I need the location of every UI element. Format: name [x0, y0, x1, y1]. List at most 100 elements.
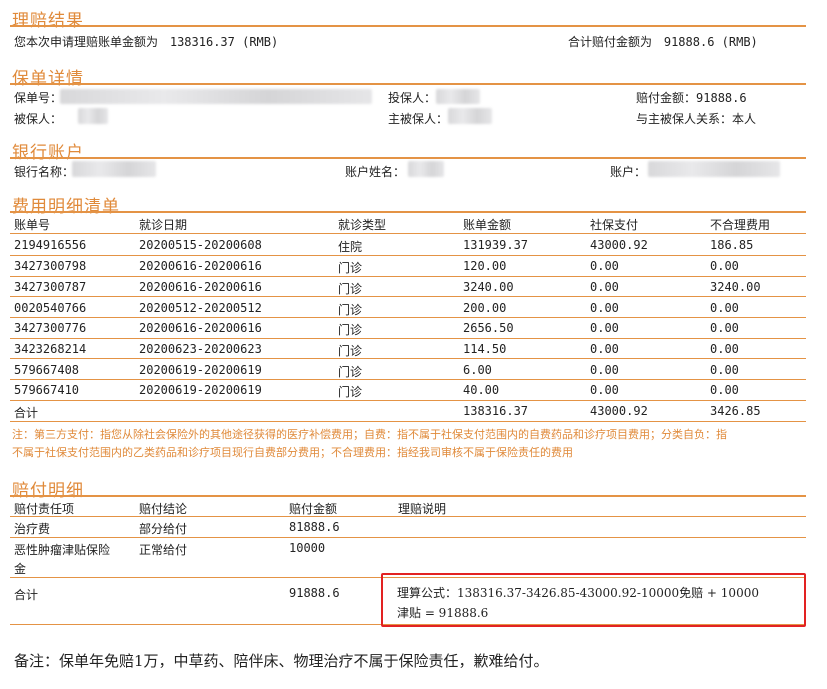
- row-divider: [10, 255, 806, 256]
- header-payout-item: 赔付责任项: [14, 502, 75, 516]
- social-insurance-cell: 0.00: [590, 280, 619, 294]
- row-divider: [10, 421, 806, 422]
- header-payout-conclusion: 赔付结论: [139, 502, 188, 516]
- header-claim-explanation: 理赔说明: [398, 502, 447, 516]
- payout-item-cell: 治疗费: [14, 522, 51, 536]
- section-divider: [10, 211, 806, 213]
- bill-amount-cell: 120.00: [463, 259, 507, 273]
- bill-amount-cell: 3240.00: [463, 280, 514, 294]
- visit-date-cell: 20200619-20200619: [139, 363, 262, 377]
- visit-type-cell: 门诊: [338, 385, 363, 399]
- header-unreasonable: 不合理费用: [710, 218, 771, 232]
- total-bill-amount: 138316.37: [463, 404, 529, 418]
- header-social-insurance: 社保支付: [590, 218, 639, 232]
- redacted-policyholder: [436, 89, 480, 104]
- visit-date-cell: 20200512-20200512: [139, 301, 262, 315]
- unreasonable-cell: 0.00: [710, 259, 739, 273]
- row-divider: [10, 338, 806, 339]
- row-divider: [10, 379, 806, 380]
- bill-no-cell: 3427300787: [14, 280, 87, 294]
- section-divider: [10, 25, 806, 27]
- relation-row: 与主被保人关系：本人: [636, 110, 756, 127]
- social-insurance-cell: 43000.92: [590, 238, 648, 252]
- total-paid-value: 91888.6 (RMB): [663, 35, 758, 49]
- bill-no-cell: 0020540766: [14, 301, 87, 315]
- visit-date-cell: 20200616-20200616: [139, 321, 262, 335]
- redacted-account: [648, 161, 780, 177]
- bill-amount-cell: 40.00: [463, 383, 500, 397]
- total-paid-row: 合计赔付金额为 91888.6 (RMB): [568, 33, 758, 50]
- relation-label: 与主被保人关系：: [636, 112, 733, 126]
- header-visit-date: 就诊日期: [139, 218, 188, 232]
- redacted-policy-no: [60, 89, 372, 104]
- bill-amount-value: 138316.37 (RMB): [169, 35, 279, 49]
- header-bill-amount: 账单金额: [463, 218, 512, 232]
- payout-value: 91888.6: [696, 91, 747, 105]
- payout-total-amount: 91888.6: [289, 586, 340, 600]
- section-divider: [10, 83, 806, 85]
- payout-label: 赔付金额：: [636, 91, 697, 105]
- total-paid-label: 合计赔付金额为: [568, 35, 653, 49]
- unreasonable-cell: 0.00: [710, 301, 739, 315]
- remark-text: 备注：保单年免赔1万，中草药、陪伴床、物理治疗不属于保险责任，歉难给付。: [14, 652, 549, 670]
- visit-date-cell: 20200515-20200608: [139, 238, 262, 252]
- bank-name-label: 银行名称：: [14, 165, 75, 179]
- payout-conclusion-cell: 正常给付: [139, 543, 188, 557]
- total-label: 合计: [14, 406, 39, 420]
- unreasonable-cell: 186.85: [710, 238, 754, 252]
- policy-no-label: 保单号：: [14, 91, 63, 105]
- relation-value: 本人: [732, 112, 757, 126]
- bill-no-cell: 2194916556: [14, 238, 87, 252]
- unreasonable-cell: 3240.00: [710, 280, 761, 294]
- payout-item-cell-cont: 金: [14, 562, 27, 576]
- payout-conclusion-cell: 部分给付: [139, 522, 188, 536]
- unreasonable-cell: 0.00: [710, 383, 739, 397]
- visit-date-cell: 20200623-20200623: [139, 342, 262, 356]
- visit-type-cell: 门诊: [338, 261, 363, 275]
- visit-type-cell: 住院: [338, 240, 363, 254]
- unreasonable-cell: 0.00: [710, 342, 739, 356]
- visit-type-cell: 门诊: [338, 282, 363, 296]
- bill-no-cell: 3427300776: [14, 321, 87, 335]
- header-bill-no: 账单号: [14, 218, 51, 232]
- redacted-bank-name: [72, 161, 156, 177]
- total-unreasonable: 3426.85: [710, 404, 761, 418]
- bill-no-cell: 579667410: [14, 383, 80, 397]
- expense-list-title: 费用明细清单: [12, 197, 120, 217]
- social-insurance-cell: 0.00: [590, 383, 619, 397]
- visit-type-cell: 门诊: [338, 365, 363, 379]
- payout-item-cell: 恶性肿瘤津贴保险: [14, 543, 111, 557]
- section-divider: [10, 157, 806, 159]
- row-divider: [10, 516, 806, 517]
- total-social-insurance: 43000.92: [590, 404, 648, 418]
- visit-date-cell: 20200619-20200619: [139, 383, 262, 397]
- row-divider: [10, 296, 806, 297]
- bill-amount-row: 您本次申请理赔账单金额为 138316.37 (RMB): [14, 33, 278, 50]
- social-insurance-cell: 0.00: [590, 342, 619, 356]
- row-divider: [10, 317, 806, 318]
- social-insurance-cell: 0.00: [590, 301, 619, 315]
- account-label: 账户：: [610, 165, 647, 179]
- bill-amount-cell: 131939.37: [463, 238, 529, 252]
- bill-amount-cell: 114.50: [463, 342, 507, 356]
- bank-account-title: 银行账户: [12, 143, 84, 163]
- bill-amount-cell: 200.00: [463, 301, 507, 315]
- unreasonable-cell: 0.00: [710, 321, 739, 335]
- social-insurance-cell: 0.00: [590, 363, 619, 377]
- account-name-label: 账户姓名：: [345, 165, 406, 179]
- policyholder-label: 投保人：: [388, 91, 437, 105]
- policy-details-title: 保单详情: [12, 69, 84, 89]
- visit-date-cell: 20200616-20200616: [139, 280, 262, 294]
- header-payout-amount: 赔付金额: [289, 502, 338, 516]
- payout-amount-cell: 81888.6: [289, 520, 340, 534]
- social-insurance-cell: 0.00: [590, 321, 619, 335]
- visit-date-cell: 20200616-20200616: [139, 259, 262, 273]
- insured-label: 被保人：: [14, 112, 63, 126]
- bill-amount-cell: 6.00: [463, 363, 492, 377]
- redacted-main-insured: [448, 108, 492, 124]
- expense-note-line2: 不属于社保支付范围内的乙类药品和诊疗项目现行自费部分费用；不合理费用：指经我司审…: [12, 446, 573, 459]
- visit-type-cell: 门诊: [338, 344, 363, 358]
- claim-result-title: 理赔结果: [12, 11, 84, 31]
- visit-type-cell: 门诊: [338, 303, 363, 317]
- redacted-account-name: [408, 161, 444, 177]
